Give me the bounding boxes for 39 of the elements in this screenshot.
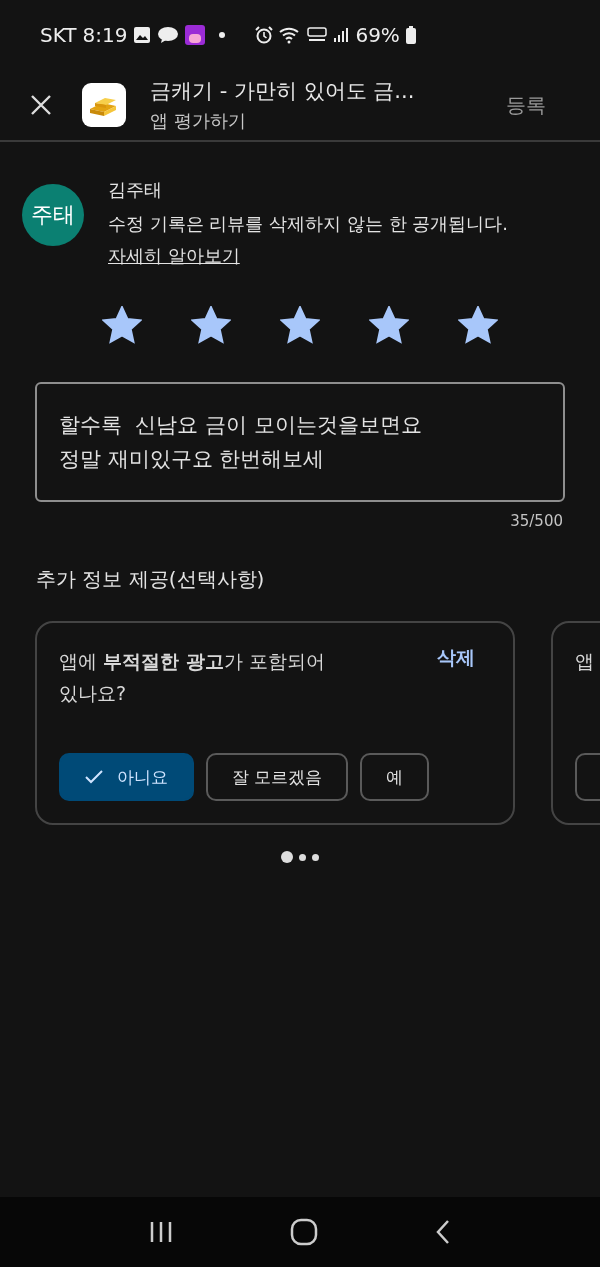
recent-apps-icon[interactable] bbox=[148, 1220, 174, 1244]
character-counter: 35/500 bbox=[509, 511, 564, 530]
hd-voice-icon bbox=[307, 27, 328, 43]
page-indicator-dot[interactable] bbox=[281, 851, 293, 863]
reviewer-name: 김주태 bbox=[108, 178, 163, 202]
answer-chip[interactable]: 예 bbox=[360, 753, 430, 801]
star-icon[interactable] bbox=[369, 306, 409, 344]
avatar: 주태 bbox=[22, 184, 84, 246]
answer-chip[interactable]: 아니요 bbox=[59, 753, 194, 801]
carrier: SKT bbox=[40, 23, 77, 47]
question-text: 앱 bbox=[575, 649, 594, 674]
battery-percent: 69% bbox=[355, 23, 400, 47]
image-icon bbox=[133, 26, 152, 44]
section-heading: 추가 정보 제공(선택사항) bbox=[35, 566, 266, 593]
app-notification-icon bbox=[185, 25, 206, 45]
page-indicator-dot[interactable] bbox=[299, 853, 306, 861]
star-icon[interactable] bbox=[102, 306, 142, 344]
clear-button[interactable]: 삭제 bbox=[437, 645, 491, 671]
learn-more-link[interactable]: 자세히 알아보기 bbox=[108, 244, 240, 268]
app-title: 금캐기 - 가만히 있어도 금... bbox=[150, 78, 416, 105]
signal-icon bbox=[333, 27, 350, 43]
chat-bubble-icon bbox=[157, 26, 180, 44]
clock: 8:19 bbox=[82, 23, 128, 47]
star-icon[interactable] bbox=[191, 306, 231, 344]
check-icon bbox=[85, 770, 103, 784]
star-icon[interactable] bbox=[280, 306, 320, 344]
page-subtitle: 앱 평가하기 bbox=[150, 109, 247, 133]
notice-text: 수정 기록은 리뷰를 삭제하지 않는 한 공개됩니다. bbox=[108, 212, 509, 236]
notification-dot-icon bbox=[219, 32, 226, 38]
question-text: 앱에 부적절한 광고가 포함되어 있나요? bbox=[59, 649, 326, 706]
battery-icon bbox=[405, 26, 416, 44]
back-icon[interactable] bbox=[434, 1219, 452, 1245]
home-icon[interactable] bbox=[290, 1218, 318, 1246]
answer-chip[interactable]: 잘 모르겠음 bbox=[206, 753, 349, 801]
alarm-icon bbox=[255, 26, 274, 44]
review-text-field[interactable]: 할수록 신남요 금이 모이는것을보면요 정말 재미있구요 한번해보세 bbox=[35, 382, 565, 502]
star-icon[interactable] bbox=[458, 306, 498, 344]
bars-app-icon bbox=[82, 83, 126, 127]
page-indicator-dot[interactable] bbox=[312, 853, 319, 861]
